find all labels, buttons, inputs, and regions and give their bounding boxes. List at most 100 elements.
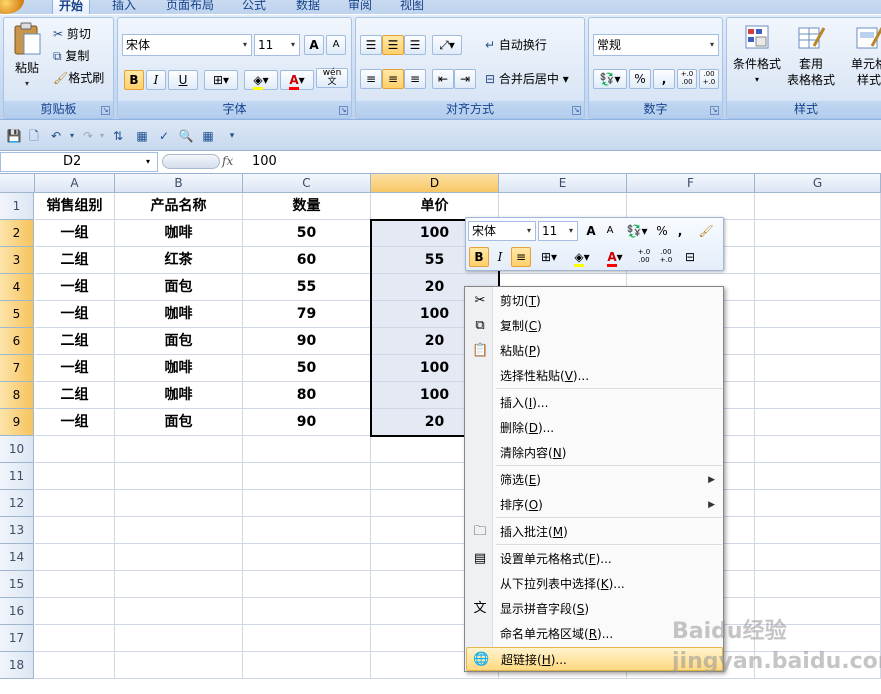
bold-button[interactable]: B [124, 70, 144, 90]
menu-item-0[interactable]: ✂ 剪切(T) [466, 289, 723, 313]
fill-color-button[interactable]: ◈▾ [244, 70, 278, 90]
cell-c3[interactable]: 60 [243, 247, 371, 274]
mini-format-painter-icon[interactable]: 🖌 [696, 221, 716, 241]
cell-c15[interactable] [243, 571, 371, 598]
borders-button[interactable]: ⊞▾ [204, 70, 238, 90]
chevron-down-icon[interactable]: ▾ [64, 128, 80, 144]
mini-center-icon[interactable]: ≡ [511, 247, 531, 267]
cell-a16[interactable] [35, 598, 115, 625]
tab-insert[interactable]: 插入 [106, 0, 142, 14]
cell-a11[interactable] [35, 463, 115, 490]
row-header-17[interactable]: 17 [0, 625, 34, 652]
cell-g3[interactable] [755, 247, 881, 274]
comma-style-button[interactable]: , [653, 69, 675, 89]
cell-b10[interactable] [115, 436, 243, 463]
spelling-icon[interactable]: ✓ [156, 128, 172, 144]
row-header-14[interactable]: 14 [0, 544, 34, 571]
align-top-button[interactable]: ☰ [360, 35, 382, 55]
cell-g5[interactable] [755, 301, 881, 328]
cell-g4[interactable] [755, 274, 881, 301]
cell-c1[interactable]: 数量 [243, 193, 371, 220]
menu-item-7[interactable]: 筛选(E) ▶ [466, 468, 723, 492]
accounting-format-button[interactable]: 💱▾ [593, 69, 627, 89]
name-box[interactable]: D2 ▾ [0, 152, 158, 172]
new-file-icon[interactable]: 🗋 [26, 128, 42, 144]
cell-b7[interactable]: 咖啡 [115, 355, 243, 382]
row-header-10[interactable]: 10 [0, 436, 34, 463]
cell-c6[interactable]: 90 [243, 328, 371, 355]
row-header-15[interactable]: 15 [0, 571, 34, 598]
tab-review[interactable]: 审阅 [342, 0, 378, 14]
cell-a15[interactable] [35, 571, 115, 598]
shrink-font-button[interactable]: A [326, 35, 346, 55]
cell-a10[interactable] [35, 436, 115, 463]
menu-item-4[interactable]: 插入(I)... [466, 391, 723, 415]
column-header-c[interactable]: C [243, 174, 371, 193]
tab-view[interactable]: 视图 [394, 0, 430, 14]
dialog-launcher-icon[interactable]: ↘ [101, 106, 110, 115]
cell-c18[interactable] [243, 652, 371, 679]
mini-font-color-icon[interactable]: A▾ [601, 247, 629, 267]
mini-font-combo[interactable]: 宋体 ▾ [468, 221, 536, 241]
format-painter-button[interactable]: 🖌格式刷 [52, 68, 112, 88]
cell-b3[interactable]: 红茶 [115, 247, 243, 274]
column-header-f[interactable]: F [627, 174, 755, 193]
row-header-16[interactable]: 16 [0, 598, 34, 625]
copy-button[interactable]: ⧉ 复制 [52, 46, 108, 66]
mini-italic-icon[interactable]: I [491, 247, 509, 267]
cell-b15[interactable] [115, 571, 243, 598]
cell-a7[interactable]: 一组 [35, 355, 115, 382]
formula-input[interactable]: 100 [252, 154, 277, 169]
undo-icon[interactable]: ↶ [48, 128, 64, 144]
cell-g13[interactable] [755, 517, 881, 544]
paste-button[interactable]: 粘贴 ▾ [10, 22, 44, 92]
print-preview-icon[interactable]: 🔍 [178, 128, 194, 144]
grow-font-button[interactable]: A [304, 35, 324, 55]
cell-g12[interactable] [755, 490, 881, 517]
menu-item-10[interactable]: ▤ 设置单元格格式(F)... [466, 547, 723, 571]
mini-percent-icon[interactable]: % [654, 221, 670, 241]
format-as-table-button[interactable]: 套用 表格格式 [783, 24, 839, 88]
row-header-8[interactable]: 8 [0, 382, 34, 409]
conditional-format-button[interactable]: 条件格式 ▾ [729, 24, 785, 88]
cell-a2[interactable]: 一组 [35, 220, 115, 247]
cell-a6[interactable]: 二组 [35, 328, 115, 355]
menu-item-9[interactable]: 🗀 插入批注(M) [466, 520, 723, 544]
orientation-button[interactable]: ⤢▾ [432, 35, 462, 55]
menu-item-6[interactable]: 清除内容(N) [466, 441, 723, 465]
cell-a14[interactable] [35, 544, 115, 571]
row-header-11[interactable]: 11 [0, 463, 34, 490]
cell-b16[interactable] [115, 598, 243, 625]
cell-b17[interactable] [115, 625, 243, 652]
align-left-button[interactable]: ≡ [360, 69, 382, 89]
mini-increase-decimal-icon[interactable]: +.0.00 [634, 247, 654, 267]
cell-b8[interactable]: 咖啡 [115, 382, 243, 409]
phonetic-button[interactable]: wén 文 [316, 68, 348, 88]
row-header-4[interactable]: 4 [0, 274, 34, 301]
chevron-down-icon[interactable]: ▾ [94, 128, 110, 144]
cell-g11[interactable] [755, 463, 881, 490]
dialog-launcher-icon[interactable]: ↘ [572, 106, 581, 115]
cell-a4[interactable]: 一组 [35, 274, 115, 301]
cell-a17[interactable] [35, 625, 115, 652]
cell-g14[interactable] [755, 544, 881, 571]
align-bottom-button[interactable]: ☰ [404, 35, 426, 55]
mini-shrink-font-icon[interactable]: A [601, 221, 619, 241]
row-header-3[interactable]: 3 [0, 247, 34, 274]
grid-icon[interactable]: ▦ [200, 128, 216, 144]
cell-g8[interactable] [755, 382, 881, 409]
tab-data[interactable]: 数据 [290, 0, 326, 14]
mini-fill-color-icon[interactable]: ◈▾ [567, 247, 597, 267]
tab-page-layout[interactable]: 页面布局 [160, 0, 220, 14]
cell-a1[interactable]: 销售组别 [35, 193, 115, 220]
align-right-button[interactable]: ≡ [404, 69, 426, 89]
number-format-combo[interactable]: 常规 ▾ [593, 34, 719, 56]
cell-styles-button[interactable]: 单元格 样式 [841, 24, 881, 88]
cell-g1[interactable] [755, 193, 881, 220]
mini-decrease-decimal-icon[interactable]: .00 +.0 [656, 247, 676, 267]
dialog-launcher-icon[interactable]: ↘ [339, 106, 348, 115]
column-header-e[interactable]: E [499, 174, 627, 193]
cell-b13[interactable] [115, 517, 243, 544]
cut-button[interactable]: ✂ 剪切 [52, 24, 108, 44]
menu-item-1[interactable]: ⧉ 复制(C) [466, 314, 723, 338]
